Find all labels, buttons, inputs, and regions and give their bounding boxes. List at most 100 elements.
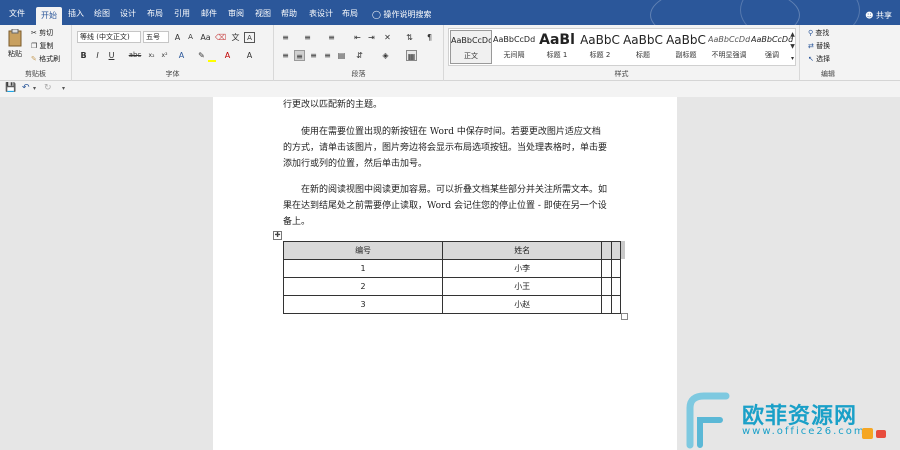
underline-button[interactable]: U [106, 50, 117, 61]
styles-scroll-down-icon[interactable]: ▼ [787, 41, 798, 52]
tab-mailings[interactable]: 邮件 [197, 5, 221, 22]
data-table: 编号 姓名 1 小李 2 小王 3 小赵 [282, 241, 622, 314]
align-right-icon[interactable]: ≡ [308, 50, 319, 61]
table-cell[interactable]: 小王 [442, 277, 603, 296]
redo-icon[interactable]: ↻ [44, 83, 52, 93]
highlight-icon[interactable]: ✎ [196, 50, 207, 61]
clear-format-icon[interactable]: ⌫ [215, 32, 226, 43]
tab-view[interactable]: 视图 [251, 5, 275, 22]
tab-table-design[interactable]: 表设计 [306, 5, 336, 22]
styles-scroll-up-icon[interactable]: ▲ [787, 29, 798, 40]
borders-icon[interactable]: ▦ [406, 50, 417, 61]
paragraph-3[interactable]: 在新的阅读视图中阅读更加容易。可以折叠文档某些部分并关注所需文本。如果在达到结尾… [283, 182, 607, 230]
phonetic-guide-icon[interactable]: 文 [230, 32, 241, 43]
table-cell[interactable]: 小赵 [442, 295, 603, 314]
tell-me-search[interactable]: ◯ 操作说明搜索 [372, 9, 432, 20]
header-cell-id[interactable]: 编号 [282, 241, 444, 260]
text-effects-icon[interactable]: A [176, 50, 187, 61]
save-icon[interactable]: 💾 [5, 83, 16, 93]
table-cell[interactable] [610, 277, 622, 296]
table-cell[interactable]: 1 [282, 259, 444, 278]
styles-label: 样式 [614, 70, 629, 78]
paragraph-1[interactable]: 行更改以匹配新的主题。 [283, 97, 607, 113]
tab-file[interactable]: 文件 [4, 5, 30, 22]
format-painter-button[interactable]: ✎ 格式刷 [31, 54, 60, 64]
grow-font-button[interactable]: A [172, 32, 183, 43]
subscript-icon[interactable]: x₂ [146, 50, 157, 61]
table-cell[interactable]: 3 [282, 295, 444, 314]
shrink-font-button[interactable]: A [185, 32, 196, 43]
table-cell[interactable] [601, 277, 612, 296]
replace-button[interactable]: ⇄ 替换 [808, 41, 830, 51]
multilevel-list-icon[interactable]: ≡ [326, 32, 337, 43]
copy-button[interactable]: ❐ 复制 [31, 41, 54, 51]
align-left-icon[interactable]: ≡ [280, 50, 291, 61]
table-resize-handle[interactable] [621, 313, 628, 320]
change-case-button[interactable]: Aa [200, 32, 211, 43]
table-row: 2 小王 [282, 277, 622, 296]
distribute-icon[interactable]: ▤ [336, 50, 347, 61]
header-cell-empty[interactable] [610, 241, 622, 260]
style-subtitle[interactable]: AaBbC 副标题 [665, 30, 707, 64]
tab-help[interactable]: 帮助 [277, 5, 301, 22]
cut-button[interactable]: ✂ 剪切 [31, 28, 53, 38]
style-subtle-emphasis[interactable]: AaBbCcDd 不明显强调 [708, 30, 750, 64]
char-shading-icon[interactable]: A [244, 50, 255, 61]
font-name-combo[interactable]: 等线 (中文正文) [77, 31, 141, 43]
shading-icon[interactable]: ◈ [380, 50, 391, 61]
undo-icon[interactable]: ↶ [22, 83, 30, 93]
tab-review[interactable]: 审阅 [224, 5, 248, 22]
increase-indent-icon[interactable]: ⇥ [366, 32, 377, 43]
header-cell-empty[interactable] [601, 241, 612, 260]
tab-design[interactable]: 设计 [116, 5, 140, 22]
tab-home[interactable]: 开始 [36, 7, 62, 25]
table-cell[interactable]: 小李 [442, 259, 603, 278]
style-title[interactable]: AaBbC 标题 [622, 30, 664, 64]
align-center-icon[interactable]: ≡ [294, 50, 305, 61]
paste-button[interactable]: 粘贴 [5, 28, 25, 59]
line-spacing-icon[interactable]: ⇵ [354, 50, 365, 61]
tray-notification-icon[interactable] [876, 430, 886, 438]
table-cell[interactable] [610, 259, 622, 278]
bullets-icon[interactable]: ≡ [280, 32, 291, 43]
sort-icon[interactable]: ⇅ [404, 32, 415, 43]
superscript-icon[interactable]: x² [159, 50, 170, 61]
table-cell[interactable] [601, 295, 612, 314]
table-cell[interactable] [610, 295, 622, 314]
style-normal[interactable]: AaBbCcDd 正文 [450, 30, 492, 64]
header-cell-name[interactable]: 姓名 [442, 241, 603, 260]
find-button[interactable]: ⚲ 查找 [808, 28, 829, 38]
font-size-combo[interactable]: 五号 [143, 31, 169, 43]
tab-draw[interactable]: 绘图 [90, 5, 114, 22]
customize-qat-icon[interactable]: ▾ [62, 85, 65, 92]
styles-more-icon[interactable]: ▾ [787, 53, 798, 64]
decrease-indent-icon[interactable]: ⇤ [352, 32, 363, 43]
style-heading-1[interactable]: AaBl 标题 1 [536, 30, 578, 64]
style-no-spacing[interactable]: AaBbCcDd 无间隔 [493, 30, 535, 64]
bold-button[interactable]: B [78, 50, 89, 61]
style-heading-2[interactable]: AaBbC 标题 2 [579, 30, 621, 64]
chinese-layout-icon[interactable]: ✕ [382, 32, 393, 43]
highlight-color-bar [208, 60, 216, 62]
document-page[interactable]: 行更改以匹配新的主题。 使用在需要位置出现的新按钮在 Word 中保存时间。若要… [213, 97, 677, 450]
tab-insert[interactable]: 插入 [64, 5, 88, 22]
show-marks-icon[interactable]: ¶ [424, 32, 435, 43]
numbering-icon[interactable]: ≡ [302, 32, 313, 43]
char-border-icon[interactable]: A [244, 32, 255, 43]
table-move-handle[interactable]: ✚ [273, 231, 282, 240]
strikethrough-button[interactable]: abc [127, 50, 143, 61]
italic-button[interactable]: I [92, 50, 103, 61]
justify-icon[interactable]: ≡ [322, 50, 333, 61]
select-button[interactable]: ↖ 选择 [808, 54, 830, 64]
share-button[interactable]: ☻ 共享 [865, 10, 892, 21]
tab-table-layout[interactable]: 布局 [338, 5, 362, 22]
tray-app-icon[interactable] [862, 428, 873, 439]
table-cell[interactable] [601, 259, 612, 278]
row-selection-bar[interactable] [621, 241, 625, 259]
tab-references[interactable]: 引用 [170, 5, 194, 22]
paragraph-2[interactable]: 使用在需要位置出现的新按钮在 Word 中保存时间。若要更改图片适应文档的方式，… [283, 124, 607, 172]
undo-dropdown-icon[interactable]: ▾ [33, 85, 36, 92]
font-color-icon[interactable]: A [222, 50, 233, 61]
tab-layout[interactable]: 布局 [143, 5, 167, 22]
table-cell[interactable]: 2 [282, 277, 444, 296]
